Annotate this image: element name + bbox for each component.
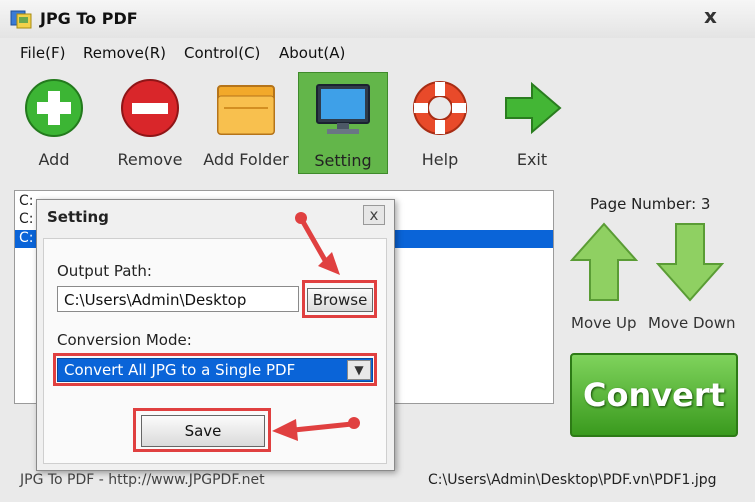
monitor-icon [316, 84, 370, 134]
conversion-mode-label: Conversion Mode: [57, 331, 192, 349]
move-down-label[interactable]: Move Down [648, 314, 736, 332]
add-folder-button[interactable]: Add Folder [202, 72, 290, 172]
output-path-input[interactable]: C:\Users\Admin\Desktop [57, 286, 299, 312]
app-logo-icon [10, 10, 32, 29]
exit-arrow-icon [505, 81, 562, 135]
help-button[interactable]: Help [396, 72, 484, 172]
dialog-close-icon[interactable]: x [363, 205, 385, 225]
title-bar: JPG To PDF x [0, 0, 755, 38]
menu-control[interactable]: Control(C) [184, 44, 260, 62]
add-folder-label: Add Folder [203, 150, 289, 169]
exit-button[interactable]: Exit [488, 72, 576, 172]
page-number: Page Number: 3 [590, 195, 711, 213]
move-up-icon[interactable] [570, 222, 638, 302]
browse-highlight [302, 280, 377, 318]
setting-dialog: Setting x Output Path: C:\Users\Admin\De… [36, 199, 395, 471]
move-up-label[interactable]: Move Up [571, 314, 637, 332]
setting-label: Setting [314, 151, 372, 170]
output-path-label: Output Path: [57, 262, 152, 280]
menu-bar: File(F) Remove(R) Control(C) About(A) [0, 40, 755, 66]
exit-label: Exit [516, 150, 548, 169]
toolbar: Add Remove Add Folder Setting Help Exit [0, 68, 755, 176]
window-close-icon[interactable]: x [704, 4, 717, 28]
dialog-title: Setting [47, 208, 109, 226]
add-button[interactable]: Add [10, 72, 98, 172]
add-label: Add [38, 150, 70, 169]
setting-button[interactable]: Setting [298, 72, 388, 174]
menu-remove[interactable]: Remove(R) [83, 44, 166, 62]
remove-label: Remove [117, 150, 183, 169]
window-title: JPG To PDF [40, 9, 138, 28]
move-down-icon[interactable] [656, 222, 724, 302]
add-icon [25, 79, 83, 137]
folder-icon [217, 85, 275, 135]
help-label: Help [421, 150, 459, 169]
menu-about[interactable]: About(A) [279, 44, 345, 62]
mode-highlight [53, 353, 377, 386]
save-highlight [133, 408, 271, 452]
convert-button[interactable]: Convert [570, 353, 738, 437]
lifebuoy-icon [413, 81, 467, 135]
remove-icon [121, 79, 179, 137]
remove-button[interactable]: Remove [106, 72, 194, 172]
status-website: JPG To PDF - http://www.JPGPDF.net [20, 472, 265, 488]
menu-file[interactable]: File(F) [20, 44, 65, 62]
app-window: JPG To PDF x File(F) Remove(R) Control(C… [0, 0, 755, 502]
status-file-path: C:\Users\Admin\Desktop\PDF.vn\PDF1.jpg [428, 472, 717, 488]
